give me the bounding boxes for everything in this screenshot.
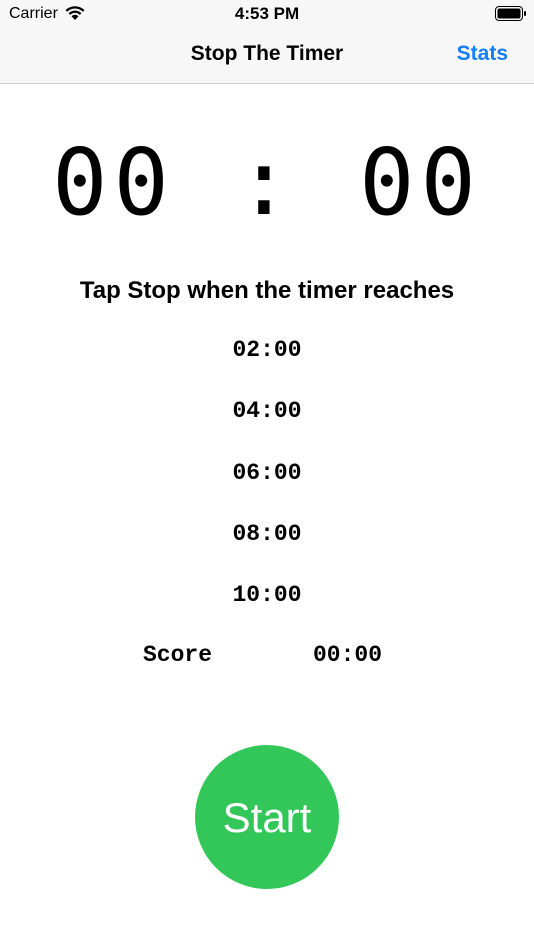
- target-times-list: 02:00 04:00 06:00 08:00 10:00: [0, 335, 534, 641]
- target-time: 02:00: [232, 337, 302, 363]
- status-time: 4:53 PM: [234, 4, 300, 23]
- page-title: Stop The Timer: [190, 42, 344, 65]
- instruction-text: Tap Stop when the timer reaches: [79, 277, 455, 304]
- score-value: 00:00: [313, 642, 383, 668]
- navigation-bar: Stop The Timer Stats: [0, 28, 534, 84]
- target-time: 10:00: [232, 582, 302, 609]
- battery-icon: [495, 6, 526, 21]
- stats-button[interactable]: Stats: [457, 42, 508, 66]
- score-label: Score: [143, 642, 213, 668]
- target-time: 06:00: [232, 459, 302, 486]
- timer-display: 00 : 00: [52, 129, 482, 236]
- target-time: 04:00: [232, 398, 302, 425]
- status-bar: Carrier 4:53 PM: [0, 0, 534, 28]
- start-button[interactable]: Start: [195, 745, 339, 889]
- target-time: 08:00: [232, 520, 302, 547]
